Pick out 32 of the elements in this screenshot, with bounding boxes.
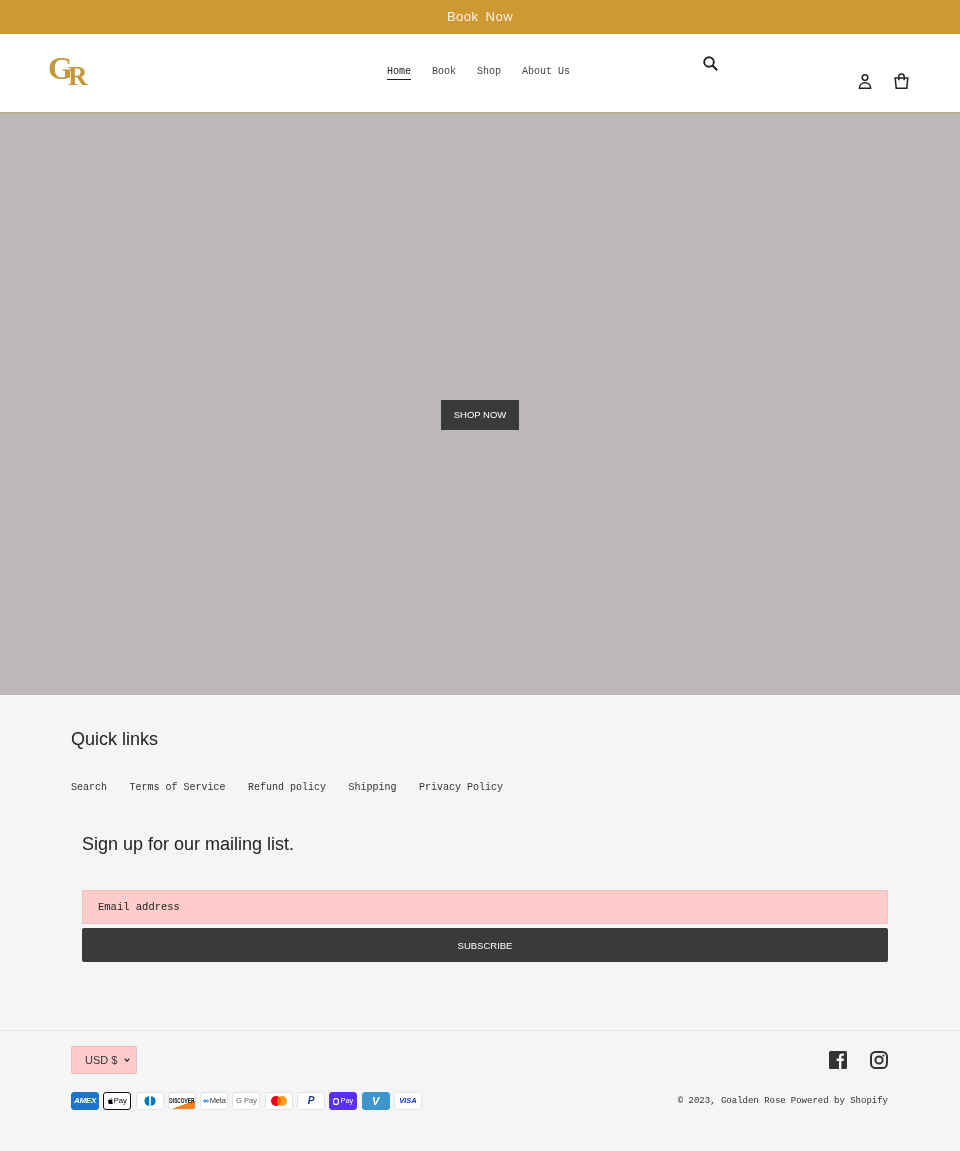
account-icon[interactable] bbox=[858, 74, 872, 89]
apple-icon bbox=[107, 1097, 113, 1105]
split-circle-logo-icon bbox=[135, 1092, 164, 1110]
payment-method-logo: V bbox=[361, 1092, 390, 1110]
facebook-icon[interactable] bbox=[829, 1051, 847, 1069]
payment-method-logo: AMEX bbox=[71, 1092, 99, 1110]
powered-by-link[interactable]: Powered by Shopify bbox=[790, 1095, 888, 1107]
payment-method-logo: P bbox=[297, 1092, 326, 1110]
copyright-text: © 2023, Goalden Rose bbox=[677, 1095, 786, 1107]
nav-link[interactable]: Shop bbox=[477, 65, 501, 80]
overlapping-circles-icon bbox=[264, 1092, 293, 1110]
footer-link[interactable]: Search bbox=[71, 781, 107, 795]
rounded-square-icon bbox=[333, 1097, 340, 1105]
footer-link[interactable]: Refund policy bbox=[248, 781, 327, 795]
currency-select[interactable]: USD $ bbox=[71, 1046, 137, 1074]
footer-link[interactable]: Shipping bbox=[348, 781, 397, 795]
quick-links-heading: Quick links bbox=[71, 728, 160, 750]
email-field[interactable]: Email address bbox=[82, 890, 888, 924]
footer-link[interactable]: Privacy Policy bbox=[419, 781, 504, 795]
cart-icon[interactable] bbox=[894, 73, 909, 89]
footer-link[interactable]: Terms of Service bbox=[129, 781, 226, 795]
newsletter-heading: Sign up for our mailing list. bbox=[82, 833, 296, 855]
nav-link[interactable]: About Us bbox=[522, 65, 571, 80]
infinity-icon bbox=[202, 1099, 209, 1103]
instagram-icon[interactable] bbox=[870, 1051, 888, 1069]
payment-method-logo: DISCOVER bbox=[167, 1092, 196, 1110]
search-icon[interactable] bbox=[703, 56, 718, 71]
shop-now-button[interactable]: SHOP NOW bbox=[441, 399, 519, 430]
chevron-down-icon bbox=[124, 1058, 130, 1062]
nav-link[interactable]: Book bbox=[432, 65, 456, 80]
subscribe-button[interactable]: SUBSCRIBE bbox=[82, 928, 888, 962]
nav-link[interactable]: Home bbox=[386, 65, 411, 80]
